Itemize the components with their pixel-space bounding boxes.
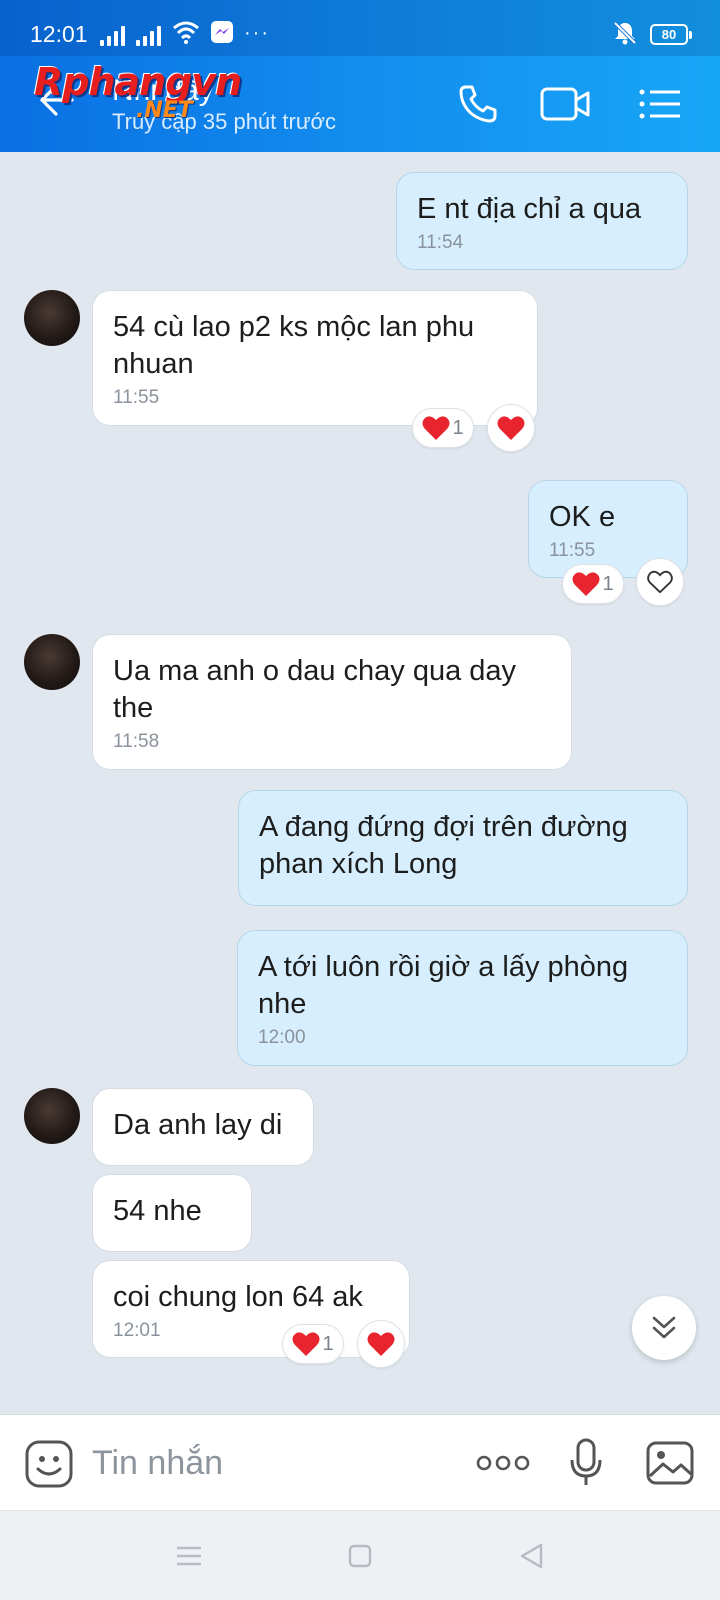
double-chevron-down-icon [652, 1316, 676, 1339]
voice-call-button[interactable] [452, 78, 504, 130]
message-composer [0, 1414, 720, 1510]
message-bubble-outgoing[interactable]: A đang đứng đợi trên đường phan xích Lon… [238, 790, 688, 906]
more-options-button[interactable] [474, 1437, 532, 1489]
message-text: E nt địa chỉ a qua [417, 193, 642, 225]
reaction-count: 1 [322, 1332, 334, 1355]
message-bubble-incoming[interactable]: Da anh lay di [92, 1088, 314, 1166]
reaction-count: 1 [602, 572, 614, 595]
back-nav-button[interactable] [516, 1541, 546, 1571]
back-triangle-icon [520, 1543, 543, 1569]
message-bubble-outgoing[interactable]: A tới luôn rồi giờ a lấy phòng nhe 12:00 [237, 930, 688, 1066]
menu-lines-icon [177, 1546, 201, 1566]
contact-avatar[interactable] [24, 634, 80, 690]
battery-icon: 80 [650, 24, 692, 45]
list-menu-icon [639, 89, 680, 119]
message-input[interactable] [92, 1435, 452, 1491]
reaction-summary[interactable]: 1 [562, 564, 624, 604]
message-time: 11:54 [417, 232, 464, 253]
reaction-summary[interactable]: 1 [412, 408, 474, 448]
system-navigation-bar [0, 1510, 720, 1600]
more-dots-icon [476, 1455, 530, 1471]
send-image-button[interactable] [644, 1437, 696, 1489]
message-text: A tới luôn rồi giờ a lấy phòng nhe [258, 951, 629, 1020]
heart-react-button[interactable] [357, 1320, 405, 1368]
app-header-area: 12:01 ··· 80 Nhi đây Truy cập 35 phút tr… [0, 0, 720, 152]
phone-icon [459, 85, 497, 123]
message-time: 12:00 [258, 1027, 306, 1048]
message-text: 54 cù lao p2 ks mộc lan phu nhuan [113, 311, 475, 380]
status-time: 12:01 [30, 21, 88, 47]
reaction-count: 1 [452, 416, 464, 439]
video-call-button[interactable] [540, 78, 592, 130]
heart-react-button[interactable] [636, 558, 684, 606]
chat-options-button[interactable] [634, 78, 686, 130]
message-text: Da anh lay di [113, 1109, 283, 1141]
heart-icon [572, 572, 600, 596]
message-text: Ua ma anh o dau chay qua day the [113, 655, 517, 724]
message-text: OK e [549, 501, 616, 533]
image-gallery-icon [646, 1441, 694, 1485]
cell-signal-icon [100, 24, 125, 46]
recent-apps-button[interactable] [174, 1541, 204, 1571]
message-bubble-incoming[interactable]: 54 nhe [92, 1174, 252, 1252]
status-bar: 12:01 ··· 80 [0, 0, 720, 56]
heart-icon [497, 416, 525, 440]
message-bubble-incoming[interactable]: Ua ma anh o dau chay qua day the 11:58 [92, 634, 572, 770]
reaction-summary[interactable]: 1 [282, 1324, 344, 1364]
message-time: 11:55 [113, 387, 160, 408]
message-time: 11:58 [113, 731, 160, 752]
message-time: 12:01 [113, 1320, 161, 1341]
scroll-to-bottom-button[interactable] [632, 1296, 696, 1360]
status-more-icon: ··· [244, 22, 270, 44]
chat-header: Nhi đây Truy cập 35 phút trước Rphangvn … [0, 56, 720, 152]
home-square-icon [348, 1544, 372, 1568]
heart-icon [422, 416, 450, 440]
video-camera-icon [540, 87, 590, 121]
heart-icon [367, 1332, 395, 1356]
message-text: A đang đứng đợi trên đường phan xích Lon… [259, 811, 628, 880]
message-list[interactable]: E nt địa chỉ a qua 11:54 54 cù lao p2 ks… [0, 152, 720, 1414]
watermark-logo-suffix: .NET [136, 98, 193, 123]
heart-icon [292, 1332, 320, 1356]
message-time: 11:55 [549, 540, 596, 561]
voice-message-button[interactable] [566, 1437, 606, 1489]
heart-outline-icon [647, 570, 673, 594]
microphone-icon [570, 1438, 602, 1485]
cell-signal-2-icon [136, 24, 161, 46]
wifi-icon [173, 21, 199, 44]
notifications-muted-icon [613, 21, 637, 45]
contact-avatar[interactable] [24, 1088, 80, 1144]
message-bubble-incoming[interactable]: 54 cù lao p2 ks mộc lan phu nhuan 11:55 [92, 290, 538, 426]
heart-react-button[interactable] [487, 404, 535, 452]
contact-avatar[interactable] [24, 290, 80, 346]
message-text: 54 nhe [113, 1195, 202, 1227]
message-text: coi chung lon 64 ak [113, 1281, 363, 1313]
emoji-sticker-icon[interactable] [24, 1439, 74, 1489]
home-button[interactable] [345, 1541, 375, 1571]
battery-level: 80 [661, 27, 677, 42]
message-bubble-outgoing[interactable]: E nt địa chỉ a qua 11:54 [396, 172, 688, 270]
messenger-icon [211, 21, 233, 43]
